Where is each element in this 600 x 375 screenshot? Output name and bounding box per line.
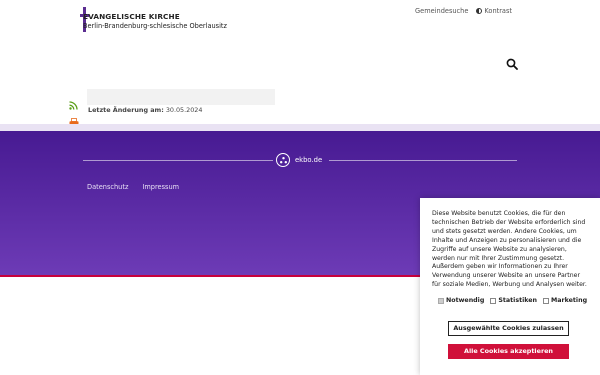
last-change: Letzte Änderung am: 30.05.2024: [88, 106, 202, 114]
footer-domain[interactable]: ekbo.de: [295, 156, 322, 164]
divider-stripe: [0, 124, 600, 131]
last-change-date: 30.05.2024: [165, 106, 203, 114]
contrast-icon: [476, 8, 483, 14]
print-icon[interactable]: [69, 113, 79, 128]
contrast-label: Kontrast: [484, 7, 512, 15]
ekbo-logo-icon[interactable]: [276, 153, 290, 167]
footer-line-right: [329, 160, 517, 161]
rss-icon[interactable]: [69, 95, 78, 110]
cookie-options: Notwendig Statistiken Marketing: [438, 297, 588, 304]
cookie-option-statistiken[interactable]: Statistiken: [490, 297, 537, 304]
cookie-banner: Diese Website benutzt Cookies, die für d…: [420, 198, 600, 375]
logo-title: EVANGELISCHE KIRCHE: [83, 12, 180, 21]
footer-line-left: [83, 160, 273, 161]
logo-subtitle: Berlin-Brandenburg-schlesische Oberlausi…: [83, 22, 227, 30]
site-logo[interactable]: EVANGELISCHE KIRCHE Berlin-Brandenburg-s…: [80, 7, 240, 32]
search-button[interactable]: [506, 55, 518, 70]
search-icon: [506, 58, 518, 70]
accept-all-button[interactable]: Alle Cookies akzeptieren: [448, 344, 569, 359]
option-label: Marketing: [551, 297, 588, 305]
option-label: Notwendig: [446, 297, 485, 305]
datenschutz-link[interactable]: Datenschutz: [87, 183, 128, 191]
content-placeholder: [87, 89, 275, 105]
contrast-toggle[interactable]: Kontrast: [476, 7, 512, 15]
checkbox-marketing[interactable]: [543, 297, 550, 304]
option-label: Statistiken: [498, 297, 538, 305]
checkbox-notwendig[interactable]: [438, 297, 444, 304]
top-links: Gemeindesuche Kontrast: [415, 7, 512, 15]
checkbox-statistiken[interactable]: [490, 297, 497, 304]
impressum-link[interactable]: Impressum: [142, 183, 179, 191]
accept-selected-button[interactable]: Ausgewählte Cookies zulassen: [448, 321, 569, 336]
footer-links: Datenschutz Impressum: [87, 183, 179, 191]
cookie-option-marketing[interactable]: Marketing: [543, 297, 587, 304]
cookie-option-notwendig[interactable]: Notwendig: [438, 297, 484, 304]
last-change-label: Letzte Änderung am:: [88, 106, 164, 114]
cookie-text: Diese Website benutzt Cookies, die für d…: [432, 210, 587, 289]
gemeindesuche-link[interactable]: Gemeindesuche: [415, 7, 468, 15]
